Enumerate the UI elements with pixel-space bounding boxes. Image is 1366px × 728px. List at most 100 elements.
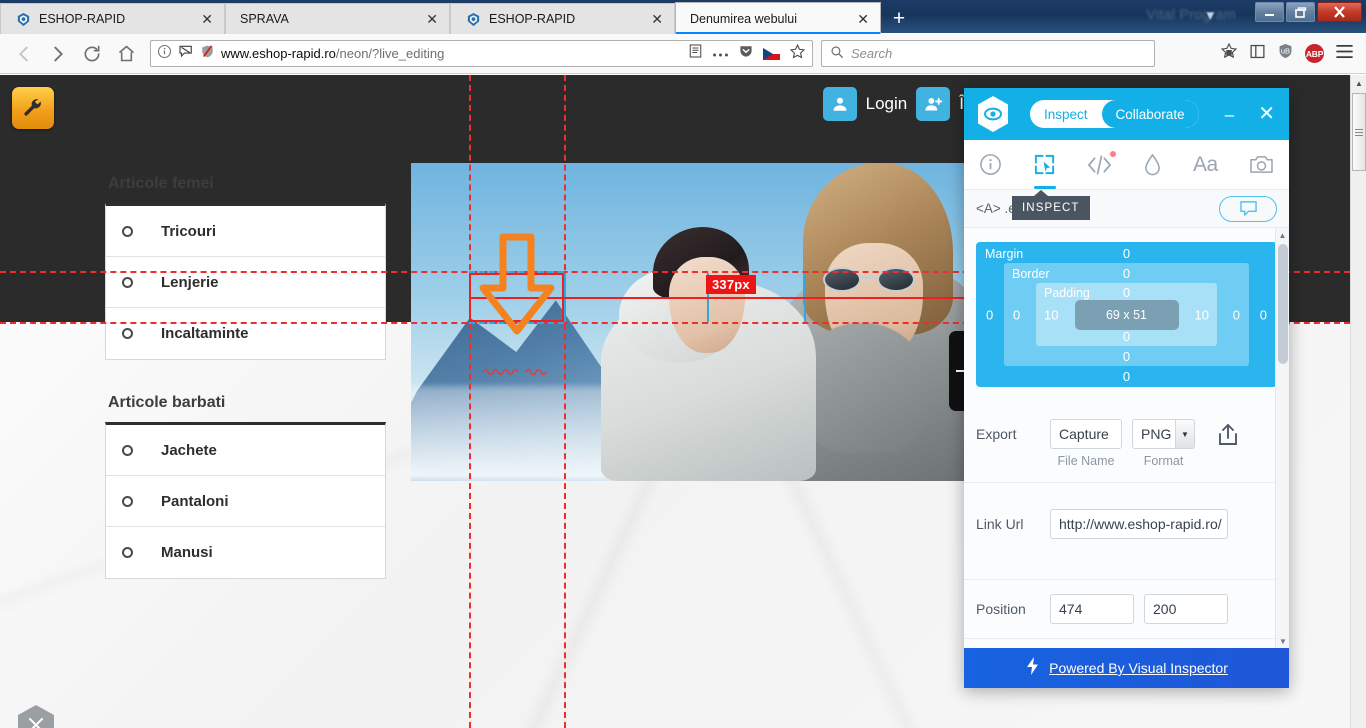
link-url-input[interactable]: http://www.eshop-rapid.ro/	[1050, 509, 1228, 539]
adblock-plus-icon[interactable]: ABP	[1305, 44, 1324, 63]
login-label[interactable]: Login	[866, 94, 908, 114]
browser-tab[interactable]: SPRAVA ✕	[225, 3, 450, 34]
home-icon[interactable]	[110, 39, 142, 69]
lightning-bolt-icon	[1025, 656, 1040, 681]
tab-inspect[interactable]: Inspect	[1030, 100, 1102, 128]
tab-close-icon[interactable]: ✕	[198, 12, 216, 26]
color-droplet-icon[interactable]	[1143, 153, 1162, 176]
box-model-margin-right: 0	[1259, 307, 1267, 322]
tab-collaborate[interactable]: Collaborate	[1101, 100, 1199, 128]
user-icon[interactable]	[822, 87, 857, 121]
share-upload-icon[interactable]	[1217, 419, 1239, 452]
close-overlay-button[interactable]	[16, 704, 56, 728]
visual-inspector-eye-icon	[976, 95, 1010, 133]
guide-vertical	[469, 75, 471, 728]
search-input[interactable]: Search	[821, 40, 1155, 67]
inspector-scrollbar[interactable]: ▲ ▼	[1275, 228, 1289, 648]
visual-inspector-panel: Inspect Collaborate – ✕ Aa <A> INSPECT M…	[964, 88, 1289, 688]
export-filename-label: File Name	[1057, 454, 1115, 468]
list-item[interactable]: Jachete	[106, 425, 385, 476]
scroll-up-icon[interactable]: ▲	[1351, 75, 1366, 92]
close-panel-button[interactable]: ✕	[1258, 104, 1275, 124]
site-favicon-icon	[465, 11, 481, 27]
box-model-padding-label: Padding	[1044, 286, 1090, 300]
list-item-label: Manusi	[161, 544, 213, 561]
browser-tab-active[interactable]: Denumirea webului ✕	[675, 2, 881, 34]
inspector-footer[interactable]: Powered By Visual Inspector	[964, 648, 1289, 688]
url-path: /neon/?live_editing	[335, 46, 445, 61]
category-title: Articole barbati	[108, 394, 226, 411]
model-male-scarf	[799, 323, 929, 453]
category-list: Tricouri Lenjerie Incaltaminte	[105, 203, 386, 360]
minimize-panel-button[interactable]: –	[1225, 106, 1234, 123]
tab-close-icon[interactable]: ✕	[854, 12, 872, 26]
box-model-padding-right: 10	[1194, 307, 1209, 322]
ublock-icon[interactable]: uB	[1277, 42, 1294, 65]
browser-toolbar-icons: uB ABP	[1220, 42, 1358, 65]
forward-icon[interactable]	[42, 39, 74, 69]
list-item[interactable]: Lenjerie	[106, 257, 385, 308]
tracking-protection-icon[interactable]	[178, 44, 194, 64]
box-model-border-label: Border	[1012, 267, 1050, 281]
box-model-padding-box: Padding 0 0 10 10 69 x 51	[1036, 283, 1217, 346]
link-url-label: Link Url	[976, 516, 1024, 532]
page-actions-icon[interactable]	[712, 45, 729, 63]
camera-icon[interactable]	[1249, 154, 1274, 175]
measurement-badge: 337px	[706, 275, 756, 294]
position-y-input[interactable]: 200	[1144, 594, 1228, 624]
export-row: Export Capture File Name PNG ▼ Format	[964, 403, 1289, 483]
search-icon	[830, 45, 844, 62]
scrollbar-thumb[interactable]	[1278, 244, 1288, 364]
inspect-cursor-icon[interactable]	[1033, 153, 1056, 176]
czech-flag-icon[interactable]	[763, 47, 780, 60]
chevron-down-icon[interactable]: ▼	[1175, 420, 1194, 448]
menu-icon[interactable]	[1335, 44, 1354, 64]
back-icon[interactable]	[8, 39, 40, 69]
save-to-pocket-icon[interactable]	[1220, 42, 1238, 65]
export-filename-input[interactable]: Capture	[1050, 419, 1122, 449]
sidebar-icon[interactable]	[1249, 43, 1266, 65]
pocket-icon[interactable]	[738, 43, 754, 64]
scrollbar-thumb[interactable]	[1352, 93, 1366, 171]
list-item[interactable]: Tricouri	[106, 206, 385, 257]
box-model-border-box: Border 0 0 0 0 Padding 0 0 10 10 69 x 51	[1004, 263, 1249, 366]
site-favicon-icon	[15, 11, 31, 27]
list-item-label: Lenjerie	[161, 273, 219, 291]
shield-slash-icon[interactable]	[200, 44, 215, 64]
list-item[interactable]: Pantaloni	[106, 476, 385, 527]
browser-tab[interactable]: ESHOP-RAPID ✕	[450, 3, 675, 34]
scroll-down-icon[interactable]: ▼	[1276, 634, 1289, 648]
new-tab-button[interactable]: +	[881, 4, 917, 34]
bookmark-star-icon[interactable]	[789, 43, 806, 65]
scroll-up-icon[interactable]: ▲	[1276, 228, 1289, 242]
reload-icon[interactable]	[76, 39, 108, 69]
position-label: Position	[976, 601, 1026, 617]
info-icon[interactable]	[157, 44, 172, 64]
bullet-icon	[122, 444, 133, 456]
link-url-row: Link Url http://www.eshop-rapid.ro/	[964, 483, 1289, 580]
page-scrollbar[interactable]: ▲	[1350, 75, 1366, 728]
url-bar[interactable]: www.eshop-rapid.ro/neon/?live_editing	[150, 40, 813, 67]
tab-title: Denumirea webului	[690, 11, 798, 26]
export-format-label: Format	[1143, 454, 1184, 468]
typography-icon[interactable]: Aa	[1193, 153, 1218, 177]
powered-by-link[interactable]: Powered By Visual Inspector	[1049, 660, 1228, 676]
position-x-value: 474	[1059, 601, 1083, 617]
reader-mode-icon[interactable]	[688, 43, 703, 64]
inspector-mode-toggle[interactable]: Inspect Collaborate	[1030, 100, 1199, 128]
tab-close-icon[interactable]: ✕	[648, 12, 666, 26]
tab-close-icon[interactable]: ✕	[423, 12, 441, 26]
bullet-icon	[122, 547, 133, 558]
export-format-select[interactable]: PNG ▼	[1132, 419, 1195, 449]
code-icon[interactable]	[1087, 150, 1117, 176]
list-item[interactable]: Incaltaminte	[106, 308, 385, 359]
info-icon[interactable]	[979, 153, 1002, 176]
tab-title: ESHOP-RAPID	[489, 12, 576, 26]
comment-icon[interactable]	[1219, 195, 1277, 222]
list-item[interactable]: Manusi	[106, 527, 385, 578]
position-x-input[interactable]: 474	[1050, 594, 1134, 624]
user-add-icon[interactable]	[916, 87, 951, 121]
wrench-icon[interactable]	[12, 87, 54, 129]
browser-tab[interactable]: ESHOP-RAPID ✕	[0, 3, 225, 34]
screen: Vital Program ▾ ESHOP-RAPID ✕ SPRAVA ✕ E…	[0, 0, 1366, 728]
